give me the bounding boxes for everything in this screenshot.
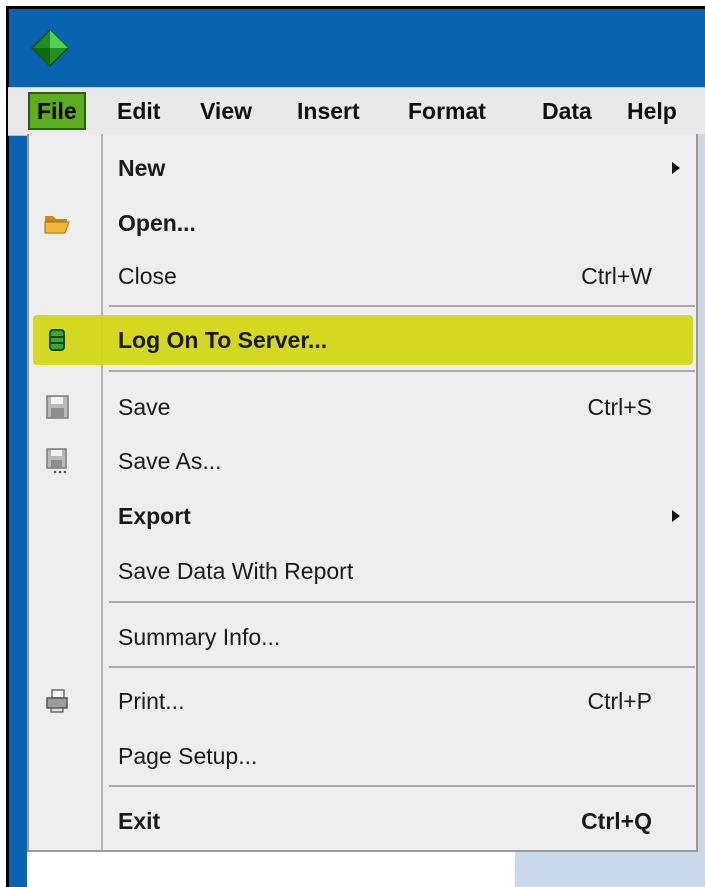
menu-bar: File Edit View Insert Format Data Help — [8, 87, 705, 136]
window-border-left — [6, 6, 9, 887]
menu-item-open[interactable]: Open... — [29, 197, 696, 249]
menu-item-label: Log On To Server... — [118, 327, 328, 353]
menu-item-export[interactable]: Export — [29, 490, 696, 542]
window-border-top — [6, 6, 705, 9]
menu-separator — [109, 305, 695, 307]
menu-separator — [109, 666, 695, 668]
database-icon — [49, 329, 65, 351]
menu-separator — [109, 601, 695, 603]
menu-item-label: Save — [118, 394, 171, 420]
menu-item-label: Page Setup... — [118, 743, 258, 769]
menu-insert[interactable]: Insert — [290, 92, 367, 130]
menu-item-label: Save Data With Report — [118, 558, 354, 584]
green-diamond-icon — [30, 28, 70, 68]
background-strip — [698, 134, 705, 852]
menu-item-close[interactable]: Close Ctrl+W — [29, 250, 696, 302]
menu-item-label: Export — [118, 503, 191, 529]
menu-format[interactable]: Format — [401, 92, 493, 130]
menu-help[interactable]: Help — [620, 92, 684, 130]
menu-item-shortcut: Ctrl+W — [581, 263, 652, 289]
menu-item-save[interactable]: Save Ctrl+S — [29, 381, 696, 433]
menu-item-log-on-to-server[interactable]: Log On To Server... — [29, 314, 696, 366]
menu-item-label: Close — [118, 263, 177, 289]
menu-item-label: Save As... — [118, 448, 222, 474]
submenu-arrow-icon — [672, 162, 680, 174]
menu-item-save-as[interactable]: Save As... — [29, 435, 696, 487]
folder-open-icon — [44, 216, 70, 234]
submenu-arrow-icon — [672, 510, 680, 522]
file-menu-dropdown: New Open... Close Ctrl+W Log On To Serve… — [27, 134, 698, 852]
menu-item-shortcut: Ctrl+S — [587, 394, 652, 420]
menu-separator — [109, 785, 695, 787]
menu-item-new[interactable]: New — [29, 142, 696, 194]
background-area-blue — [515, 852, 705, 887]
menu-item-print[interactable]: Print... Ctrl+P — [29, 675, 696, 727]
menu-edit[interactable]: Edit — [110, 92, 167, 130]
menu-item-summary-info[interactable]: Summary Info... — [29, 611, 696, 663]
menu-item-label: Exit — [118, 808, 161, 834]
menu-data[interactable]: Data — [535, 92, 599, 130]
background-area — [27, 852, 515, 887]
menu-view[interactable]: View — [193, 92, 259, 130]
menu-separator — [109, 370, 695, 372]
menu-item-label: Open... — [118, 210, 196, 236]
menu-item-page-setup[interactable]: Page Setup... — [29, 730, 696, 782]
menu-file[interactable]: File — [28, 92, 86, 130]
menu-item-shortcut: Ctrl+Q — [581, 808, 652, 834]
floppy-disk-icon — [46, 395, 69, 419]
menu-item-label: Print... — [118, 688, 185, 714]
menu-item-save-data-with-report[interactable]: Save Data With Report — [29, 545, 696, 597]
printer-icon — [46, 689, 68, 713]
menu-item-shortcut: Ctrl+P — [587, 688, 652, 714]
menu-item-exit[interactable]: Exit Ctrl+Q — [29, 795, 696, 847]
floppy-disk-dots-icon — [46, 448, 67, 474]
menu-item-label: Summary Info... — [118, 624, 281, 650]
menu-item-label: New — [118, 155, 166, 181]
